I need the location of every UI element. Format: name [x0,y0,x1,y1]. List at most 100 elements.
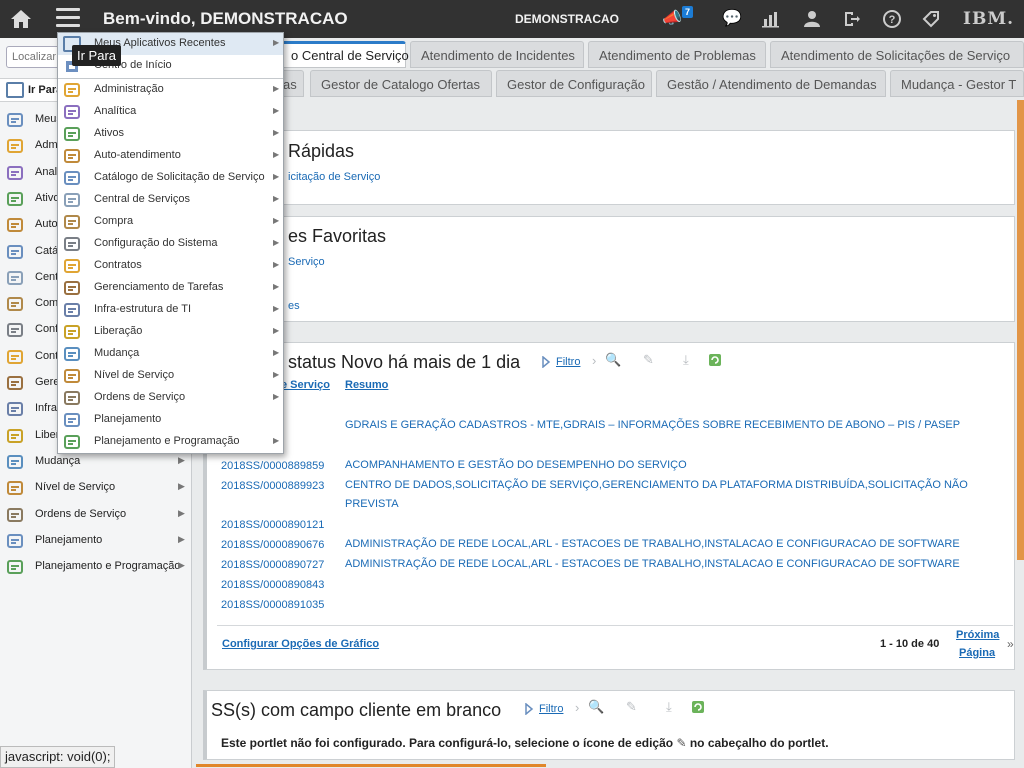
menu-item-mudanca[interactable]: Mudança ▶ [58,343,283,365]
edit-icon[interactable]: ✎ [626,699,637,715]
menu-item-label: Ordens de Serviço [94,391,186,403]
central-servicos-icon [62,190,82,210]
blank-client-portlet: SS(s) com campo cliente em branco Filtro… [203,690,1015,760]
table-row-id[interactable]: 2018SS/0000889923 [221,480,324,492]
help-icon[interactable]: ? [882,9,902,29]
favorite-link[interactable]: Serviço [288,256,325,268]
menu-item-catalogo-solicitacao[interactable]: Catálogo de Solicitação de Serviço ▶ [58,167,283,189]
tab-central-servico[interactable]: o Central de Serviço [280,41,409,68]
compra-icon [5,294,25,314]
catalogo-icon [5,242,25,262]
tab-catalogo-ofertas[interactable]: Gestor de Catalogo Ofertas [310,70,492,97]
chevron-right-icon: ▶ [273,106,280,115]
filter-arrow-icon[interactable] [524,703,534,715]
table-row-id[interactable]: 2018SS/0000890843 [221,579,324,591]
loading-bar [196,764,546,767]
reports-icon[interactable] [761,9,781,29]
filter-link[interactable]: Filtro [539,703,563,715]
filter-link[interactable]: Filtro [556,356,580,368]
sidebar-item-ordens-servico[interactable]: Ordens de Serviço ▶ [0,502,192,528]
quick-insert-portlet: Rápidas icitação de Serviço [203,130,1015,205]
menu-item-nivel-servico[interactable]: Nível de Serviço ▶ [58,365,283,387]
tab-incidentes[interactable]: Atendimento de Incidentes [410,41,584,68]
compra-icon [62,212,82,232]
menu-item-configuracao-sistema[interactable]: Configuração do Sistema ▶ [58,233,283,255]
menu-item-liberacao[interactable]: Liberação ▶ [58,321,283,343]
chevron-right-icon: ▶ [273,238,280,247]
favorite-link[interactable]: es [288,300,300,312]
menu-item-label: Mudança [94,347,140,359]
chat-icon[interactable]: 💬 [722,9,742,29]
chevron-right-icon: › [592,353,597,368]
table-row-summary[interactable]: ADMINISTRAÇÃO DE REDE LOCAL,ARL - ESTACO… [345,555,985,574]
refresh-icon[interactable] [690,699,706,715]
table-row-id[interactable]: 2018SS/0000890676 [221,539,324,551]
next-page-link[interactable]: Próxima [956,629,999,641]
liberacao-icon [5,426,25,446]
sidebar-item-label: Ordens de Serviço [35,507,127,520]
bulletin-icon[interactable]: 📣 [662,9,682,29]
tab-mudanca-gestor[interactable]: Mudança - Gestor T [890,70,1024,97]
tab-gestor-configuracao[interactable]: Gestor de Configuração [496,70,652,97]
next-page-link-2[interactable]: Página [959,647,995,659]
column-header-summary[interactable]: Resumo [345,379,388,391]
menu-item-planejamento-programacao[interactable]: Planejamento e Programação ▶ [58,431,283,453]
user-name: DEMONSTRACAO [515,12,619,26]
infra-icon [5,399,25,419]
table-row-summary[interactable]: ADMINISTRAÇÃO DE REDE LOCAL,ARL - ESTACO… [345,535,985,554]
table-row-id[interactable]: 2018SS/0000891035 [221,599,324,611]
logout-icon[interactable] [842,9,862,29]
profile-icon[interactable] [802,9,822,29]
sidebar-item-planejamento-programacao[interactable]: Planejamento e Programação ▶ [0,554,192,580]
edit-icon[interactable]: ✎ [643,352,654,368]
auto-atendimento-icon [62,146,82,166]
menu-item-infra-estrutura[interactable]: Infra-estrutura de TI ▶ [58,299,283,321]
table-row-id[interactable]: 2018SS/0000889859 [221,460,324,472]
portlet-title: status Novo há mais de 1 dia [288,352,521,372]
filter-arrow-icon[interactable] [541,356,551,368]
menu-item-ordens-servico[interactable]: Ordens de Serviço ▶ [58,387,283,409]
sidebar-item-label: Mudança [35,454,81,467]
menu-item-gerenciamento-tarefas[interactable]: Gerenciamento de Tarefas ▶ [58,277,283,299]
table-row-summary[interactable]: CENTRO DE DADOS,SOLICITAÇÃO DE SERVIÇO,G… [345,476,985,514]
portlet-title: Rápidas [288,141,355,161]
sidebar-item-label: Auto [35,218,58,231]
menu-item-contratos[interactable]: Contratos ▶ [58,255,283,277]
chevron-right-icon: ▶ [273,326,280,335]
chevron-right-icon: ▶ [273,260,280,269]
tab-problemas[interactable]: Atendimento de Problemas [588,41,766,68]
tab-solicitacoes[interactable]: Atendimento de Solicitações de Serviço [770,41,1024,68]
chevron-right-icon: ▶ [273,370,280,379]
configure-chart-link[interactable]: Configurar Opções de Gráfico [222,638,379,650]
download-icon[interactable]: ⤓ [666,699,672,715]
tab-demandas[interactable]: Gestão / Atendimento de Demandas [656,70,886,97]
table-row-id[interactable]: 2018SS/0000890727 [221,559,324,571]
sidebar-item-nivel-servico[interactable]: Nível de Serviço ▶ [0,475,192,501]
menu-item-auto-atendimento[interactable]: Auto-atendimento ▶ [58,145,283,167]
column-header-id[interactable]: e Serviço [281,379,330,391]
table-row-id[interactable]: 2018SS/0000890121 [221,519,324,531]
menu-item-label: Compra [94,215,134,227]
table-row-summary[interactable]: ACOMPANHAMENTO E GESTÃO DO DESEMPENHO DO… [345,456,985,475]
table-row-summary[interactable]: GDRAIS E GERAÇÃO CADASTROS - MTE,GDRAIS … [345,416,985,435]
planejamento-icon [5,531,25,551]
tag-icon[interactable] [921,9,941,29]
search-icon[interactable]: 🔍 [605,352,621,368]
sidebar-item-planejamento[interactable]: Planejamento ▶ [0,528,192,554]
chevron-double-right-icon[interactable]: » [1007,637,1014,651]
menu-item-central-servicos[interactable]: Central de Serviços ▶ [58,189,283,211]
menu-item-compra[interactable]: Compra ▶ [58,211,283,233]
menu-item-ativos[interactable]: Ativos ▶ [58,123,283,145]
refresh-icon[interactable] [707,352,723,368]
menu-item-planejamento[interactable]: Planejamento [58,409,283,431]
menu-item-administracao[interactable]: Administração ▶ [58,79,283,101]
search-icon[interactable]: 🔍 [588,699,604,715]
quick-link[interactable]: icitação de Serviço [288,171,380,183]
scrollbar[interactable] [1017,100,1024,560]
auto-atendimento-icon [5,215,25,235]
divider [217,625,1013,626]
home-icon[interactable] [8,6,34,32]
download-icon[interactable]: ⤓ [683,352,689,368]
menu-icon[interactable] [56,8,80,30]
menu-item-analitica[interactable]: Analítica ▶ [58,101,283,123]
